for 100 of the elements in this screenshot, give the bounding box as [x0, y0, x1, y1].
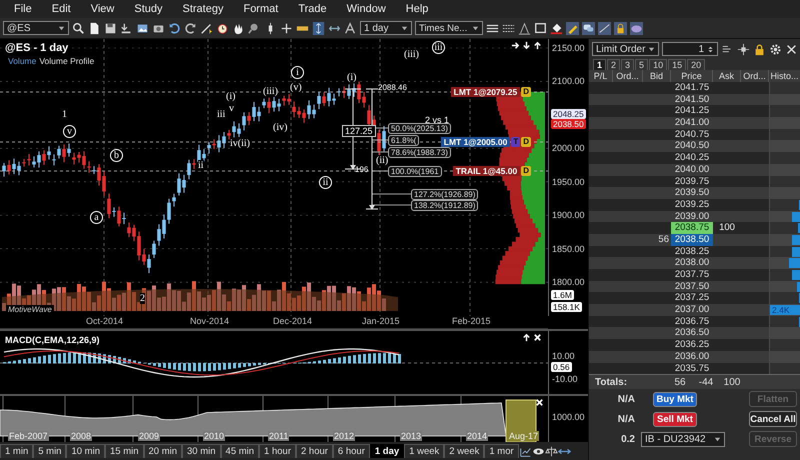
lock-icon[interactable] — [753, 42, 766, 56]
menu-item[interactable]: Help — [396, 3, 438, 15]
price-cell[interactable]: 2035.75 — [671, 362, 713, 374]
magic-wand-icon[interactable] — [200, 22, 213, 34]
menu-item[interactable]: Format — [233, 3, 288, 15]
depth-tab[interactable]: 3 — [621, 59, 634, 70]
timeframe-tab[interactable]: 2 week — [444, 444, 484, 458]
depth-tab[interactable]: 20 — [687, 59, 706, 70]
price-ladder-row[interactable]: 2041.25 — [589, 105, 800, 118]
price-cell[interactable]: 2038.50 — [671, 234, 713, 246]
price-cell[interactable]: 2038.75 — [671, 222, 713, 234]
timeframe-tab[interactable]: 30 min — [182, 444, 221, 458]
price-cell[interactable]: 2037.25 — [671, 292, 713, 304]
price-ladder-row[interactable]: 2040.50 — [589, 140, 800, 152]
price-ladder-row[interactable]: 2037.50 — [589, 280, 800, 292]
sell-market-button[interactable]: Sell Mkt — [653, 412, 697, 427]
price-cell[interactable]: 2039.50 — [671, 187, 713, 199]
price-ladder-row[interactable]: 2040.25 — [589, 152, 800, 164]
price-cell[interactable]: 2036.75 — [671, 316, 713, 328]
order-flag[interactable]: D — [521, 137, 531, 147]
price-cell[interactable]: 2041.00 — [671, 117, 713, 129]
timeframe-tab[interactable]: 1 mor — [484, 444, 519, 458]
caret-icon[interactable] — [401, 24, 408, 32]
legend-label[interactable]: Volume — [8, 56, 36, 66]
price-ladder-row[interactable]: 2039.75 — [589, 176, 800, 188]
price-cell[interactable]: 2037.00 — [671, 304, 713, 316]
price-ladder-row[interactable]: 56 2038.50 — [589, 234, 800, 246]
price-cell[interactable]: 2039.00 — [671, 210, 713, 222]
chat-icon[interactable] — [582, 22, 595, 34]
trend-icon[interactable] — [598, 22, 611, 34]
timeframe-tab[interactable]: 1 week — [404, 444, 444, 458]
menu-item[interactable]: File — [4, 3, 42, 15]
price-ladder-row[interactable]: 2038.25 — [589, 246, 800, 258]
price-cell[interactable]: 2040.75 — [671, 128, 713, 140]
price-ladder-row[interactable]: 2035.75 — [589, 362, 800, 374]
menu-item[interactable]: Edit — [42, 3, 81, 15]
crosshair-icon[interactable] — [280, 22, 293, 34]
vertical-scale-icon[interactable] — [312, 22, 325, 34]
menu-item[interactable]: Window — [336, 3, 396, 15]
order-flag[interactable]: D — [521, 87, 531, 97]
timeframe-tab[interactable]: 45 min — [220, 444, 260, 458]
order-label[interactable]: LMT 1@2079.25 — [450, 87, 520, 97]
price-ladder-row[interactable]: 2040.00 — [589, 164, 800, 176]
save-icon[interactable] — [104, 22, 117, 34]
timeframe-tab[interactable]: 1 day — [370, 444, 404, 458]
undo-icon[interactable] — [168, 22, 181, 34]
price-cell[interactable]: 2039.25 — [671, 198, 713, 211]
depth-tab[interactable]: 2 — [607, 59, 620, 70]
paint-bucket-icon[interactable] — [550, 22, 563, 34]
scale-icon[interactable] — [544, 444, 558, 458]
lock-icon[interactable] — [614, 22, 627, 34]
price-ladder-row[interactable]: 2037.25 — [589, 292, 800, 304]
price-ladder-row[interactable]: 2039.50 — [589, 187, 800, 199]
depth-tab[interactable]: 1 — [593, 59, 606, 70]
document-icon[interactable] — [88, 22, 101, 34]
account-dropdown[interactable]: IB - DU23942 — [641, 432, 725, 447]
timeframe-tab[interactable]: 10 min — [66, 444, 105, 458]
order-label[interactable]: LMT 1@2005.00 — [440, 137, 510, 147]
alarm-clock-icon[interactable] — [216, 22, 229, 34]
order-type-dropdown[interactable]: Limit Order — [592, 42, 660, 56]
timeframe-tab[interactable]: 5 min — [33, 444, 66, 458]
price-ladder-row[interactable]: 2039.25 — [589, 198, 800, 211]
caret-icon[interactable] — [648, 46, 656, 52]
price-ladder-row[interactable]: 2036.25 — [589, 339, 800, 351]
symbol-field[interactable]: @ES — [3, 21, 69, 35]
menu-item[interactable]: Strategy — [172, 3, 234, 15]
price-cell[interactable]: 2040.25 — [671, 152, 713, 164]
buy-market-button[interactable]: Buy Mkt — [653, 392, 697, 407]
interval-dropdown[interactable]: 1 day — [360, 21, 412, 35]
timeframe-tab[interactable]: 6 hour — [332, 444, 370, 458]
caret-icon[interactable] — [58, 24, 65, 32]
spinner-icon[interactable] — [707, 46, 714, 52]
menu-item[interactable]: Study — [124, 3, 172, 15]
download-icon[interactable] — [120, 22, 133, 34]
price-cell[interactable]: 2036.50 — [671, 327, 713, 340]
price-ladder-row[interactable]: 2037.75 — [589, 269, 800, 281]
search-icon[interactable] — [72, 22, 85, 34]
timeframe-tab[interactable]: 2 hour — [296, 444, 333, 458]
price-ladder-row[interactable]: 2039.00 — [589, 210, 800, 222]
price-ladder-row[interactable]: 2041.75 — [589, 82, 800, 94]
legend-label[interactable]: Volume Profile — [39, 56, 94, 66]
price-ladder-row[interactable]: 2041.00 — [589, 117, 800, 129]
price-cell[interactable]: 2037.75 — [671, 269, 713, 281]
arrow-down-icon[interactable] — [522, 41, 531, 50]
price-ladder-row[interactable]: 2036.50 — [589, 327, 800, 340]
price-ladder-row[interactable]: 2041.50 — [589, 94, 800, 106]
timeframe-tab[interactable]: 20 min — [144, 444, 182, 458]
timeframe-tab[interactable]: 1 hour — [259, 444, 296, 458]
close-icon[interactable] — [785, 42, 798, 56]
price-cell[interactable]: 2038.00 — [671, 257, 713, 270]
arrow-right-icon[interactable] — [511, 41, 520, 50]
order-action-button[interactable]: Cancel All — [749, 411, 797, 428]
price-cell[interactable]: 2037.50 — [671, 280, 713, 292]
image-icon[interactable] — [136, 22, 149, 34]
cloud-icon[interactable] — [630, 22, 643, 34]
move-icon[interactable] — [737, 42, 750, 56]
timeframe-tab[interactable]: 1 min — [0, 444, 34, 458]
arrow-up-icon[interactable] — [522, 332, 531, 342]
menu-item[interactable]: Trade — [288, 3, 337, 15]
price-cell[interactable]: 2041.25 — [671, 105, 713, 118]
